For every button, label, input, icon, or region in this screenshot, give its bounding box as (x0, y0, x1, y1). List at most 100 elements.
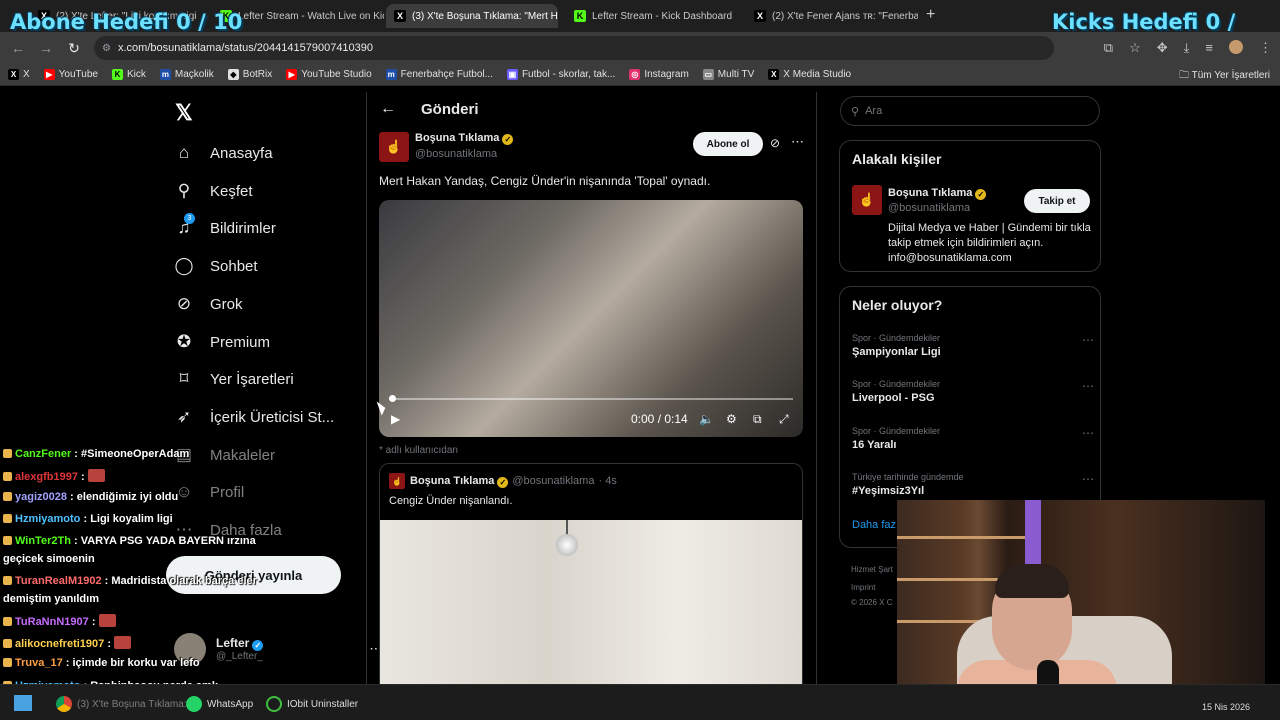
back-arrow-icon[interactable]: ← (4, 40, 32, 56)
trend-more-icon[interactable]: ⋯ (1082, 379, 1094, 393)
account-name: Lefter (216, 636, 250, 650)
settings-gear-icon[interactable]: ⚙ (726, 412, 737, 426)
back-arrow-icon[interactable]: ← (380, 100, 396, 118)
bookmark-futbol[interactable]: ▣ Futbol - skorlar, tak... (506, 69, 615, 80)
taskbar-whatsapp[interactable]: WhatsApp (186, 696, 253, 712)
close-icon[interactable]: ✕ (738, 10, 744, 23)
chat-separator: : (71, 448, 82, 460)
bookmark-youtube[interactable]: ▶ YouTube (43, 69, 98, 80)
site-info-icon[interactable]: ⚙ (102, 43, 111, 54)
quote-image[interactable] (380, 520, 802, 692)
bookshelf (897, 536, 1027, 539)
trend-item[interactable]: Türkiye tarihinde gündemde #Yeşimsiz3Yıl (852, 472, 964, 497)
chat-message: CanzFener : #SimeoneOperAdam (3, 448, 189, 460)
sidebar-item-grok[interactable]: ⊘ Grok (174, 294, 243, 314)
trend-more-icon[interactable]: ⋯ (1082, 472, 1094, 486)
related-handle[interactable]: @bosunatiklama (888, 202, 970, 214)
all-bookmarks-folder[interactable]: 🗀 Tüm Yer İşaretleri (1179, 68, 1270, 85)
video-scrubber[interactable] (389, 395, 396, 402)
fullscreen-icon[interactable]: ⤢ (779, 412, 789, 427)
chat-separator: : (66, 491, 77, 503)
bookmark-youtube-studio[interactable]: ▶ YouTube Studio (286, 69, 372, 80)
show-more-link[interactable]: Daha faz (852, 519, 896, 531)
chat-message: alexgfb1997 : (3, 469, 105, 483)
x-icon: X (754, 10, 766, 22)
notification-count-badge: 3 (184, 213, 195, 224)
new-tab-button[interactable]: + (926, 6, 935, 24)
windows-start-icon[interactable] (14, 695, 32, 711)
bookmark-fenerbahce[interactable]: m Fenerbahçe Futbol... (385, 69, 493, 80)
sidebar-item-notifications[interactable]: ♫ 3 Bildirimler (174, 213, 276, 238)
chat-emote-icon (87, 469, 105, 482)
x-logo-icon[interactable]: 𝕏 (175, 100, 193, 126)
footer-terms-link[interactable]: Hizmet Şart (851, 565, 893, 574)
download-icon[interactable]: ⤓ (1184, 40, 1190, 56)
chat-text: Madridista olarak barça eler (111, 575, 257, 587)
browser-tab-5[interactable]: X (2) X'te Fener Ajans ᴛʀ: "Fenerbahçe ✕ (746, 4, 918, 28)
tab-label: (2) X'te Fener Ajans ᴛʀ: "Fenerbahçe (772, 10, 918, 22)
x-icon: X (768, 69, 780, 80)
trend-item[interactable]: Spor · Gündemdekiler Şampiyonlar Ligi (852, 333, 941, 358)
trend-item[interactable]: Spor · Gündemdekiler 16 Yaralı (852, 426, 940, 451)
related-bio: Dijital Medya ve Haber | Gündemi bir tık… (888, 222, 1091, 264)
verified-badge-icon: ✓ (975, 189, 987, 200)
follow-button[interactable]: Takip et (1024, 189, 1090, 213)
sidebar-item-explore[interactable]: ⚲ Keşfet (174, 181, 253, 201)
browser-tab-4[interactable]: K Lefter Stream - Kick Dashboard ✕ (566, 4, 744, 28)
bookmark-multitv[interactable]: ▭ Multi TV (702, 69, 754, 80)
bookmark-x-media-studio[interactable]: XX Media Studio (768, 69, 851, 80)
folder-icon: 🗀 (1179, 70, 1192, 81)
home-icon: ⌂ (178, 143, 190, 162)
volume-icon[interactable]: 🔈 (699, 412, 714, 426)
bookmark-mackolik[interactable]: m Maçkolik (159, 69, 214, 80)
video-player[interactable]: ▶ 0:00 / 0:14 🔈 ⚙ ⧉ ⤢ (379, 200, 803, 437)
author-avatar[interactable]: ☝ (379, 132, 409, 162)
grok-icon[interactable]: ⊘ (770, 136, 780, 150)
reload-icon[interactable]: ↻ (60, 40, 88, 57)
bookmark-label: BotRix (242, 69, 273, 80)
taskbar-iobit[interactable]: IObit Uninstaller (266, 696, 358, 712)
account-switcher[interactable]: Lefter ✓ @_Lefter_ ⋯ (174, 633, 382, 665)
sidebar-item-creator-studio[interactable]: ➶ İçerik Üreticisi St... (174, 407, 334, 427)
browser-tab-3-active[interactable]: X (3) X'te Boşuna Tıklama: "Mert Hakan ✕ (386, 4, 558, 28)
subscribe-button[interactable]: Abone ol (693, 132, 763, 156)
author-handle[interactable]: @bosunatiklama (415, 148, 497, 160)
bookmark-botrix[interactable]: ◆ BotRix (227, 69, 273, 80)
related-avatar[interactable]: ☝ (852, 185, 882, 215)
related-title: Alakalı kişiler (852, 151, 942, 167)
more-options-icon[interactable]: ⋯ (791, 134, 804, 150)
chat-username: yagiz0028 (15, 491, 67, 503)
sidebar-item-chat[interactable]: ◯ Sohbet (174, 256, 257, 276)
search-icon: ⚲ (177, 181, 191, 200)
menu-icon[interactable]: ⋮ (1259, 40, 1272, 56)
sidebar-item-home[interactable]: ⌂ Anasayfa (174, 143, 273, 163)
bookmark-instagram[interactable]: ◎ Instagram (629, 69, 689, 80)
picture-in-picture-icon[interactable]: ⧉ (753, 412, 762, 427)
trend-more-icon[interactable]: ⋯ (1082, 333, 1094, 347)
address-bar[interactable]: ⚙ x.com/bosunatiklama/status/20441415790… (94, 36, 1054, 60)
bookmark-star-icon[interactable]: ☆ (1129, 40, 1141, 56)
extensions-icon[interactable]: ✥ (1157, 40, 1168, 56)
chat-separator: : (80, 513, 91, 525)
search-input[interactable]: ⚲ Ara (840, 96, 1100, 126)
play-icon[interactable]: ▶ (391, 412, 400, 426)
video-progress-bar[interactable] (389, 398, 793, 400)
related-name-row[interactable]: Boşuna Tıklama ✓ (888, 187, 987, 200)
bookmark-kick[interactable]: K Kick (111, 69, 146, 80)
author-name-row[interactable]: Boşuna Tıklama ✓ (415, 132, 514, 145)
taskbar-chrome[interactable]: (3) X'te Boşuna Tıklama: (56, 696, 187, 712)
sidebar-item-bookmarks[interactable]: ⌑ Yer İşaretleri (174, 369, 294, 389)
sidebar-item-premium[interactable]: ✪ Premium (174, 332, 270, 352)
bookmark-x[interactable]: XX (8, 69, 30, 80)
trend-more-icon[interactable]: ⋯ (1082, 426, 1094, 440)
forward-arrow-icon[interactable]: → (32, 40, 60, 56)
trend-item[interactable]: Spor · Gündemdekiler Liverpool - PSG (852, 379, 940, 404)
profile-avatar-icon[interactable] (1229, 40, 1243, 54)
quoted-post[interactable]: ☝ Boşuna Tıklama ✓ @bosunatiklama · 4s Ceng… (379, 463, 803, 693)
install-icon[interactable]: ⧉ (1104, 40, 1113, 56)
related-name: Boşuna Tıklama (888, 187, 973, 199)
footer-imprint-link[interactable]: Imprint (851, 583, 875, 592)
sidebar-item-profile[interactable]: ☺ Profil (174, 482, 244, 502)
taskbar-date: 15 Nis 2026 (1201, 702, 1250, 712)
media-icon[interactable]: ≡ (1205, 40, 1213, 56)
